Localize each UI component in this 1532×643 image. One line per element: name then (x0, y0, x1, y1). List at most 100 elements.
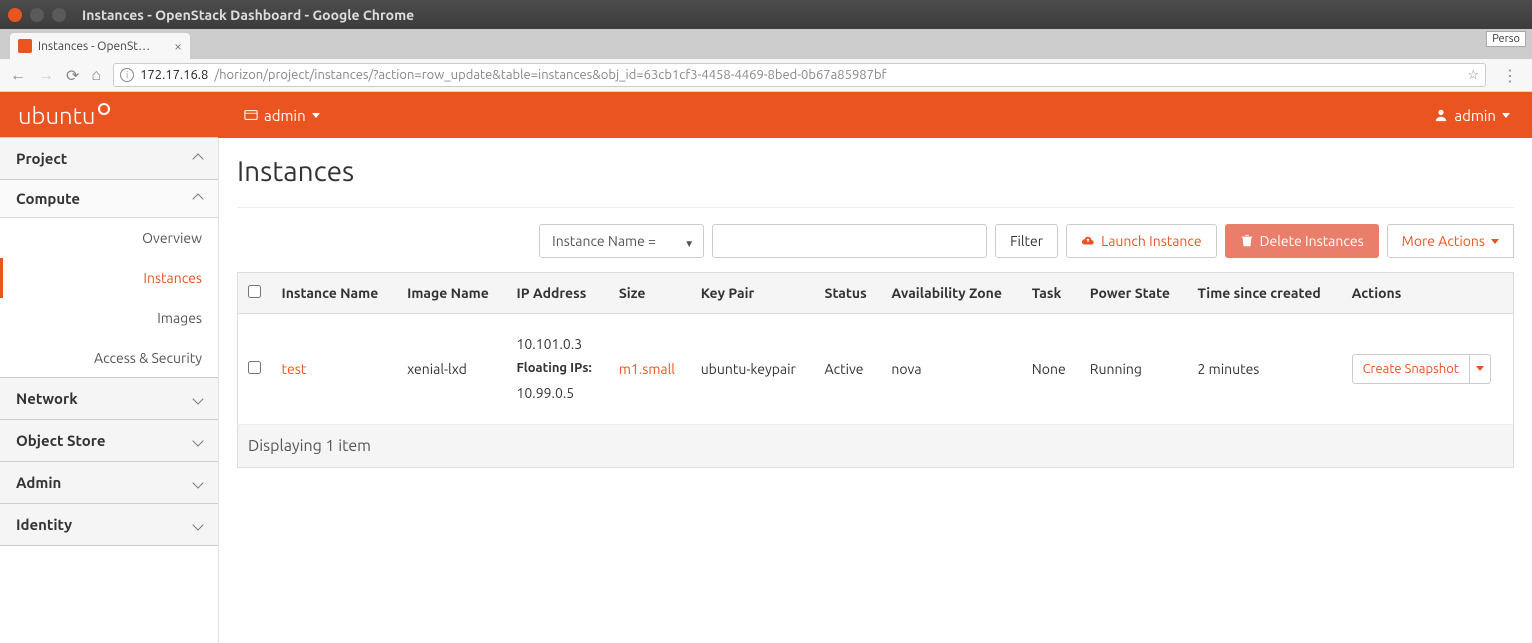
browser-addressbar: ← → ⟳ ⌂ i 172.17.16.8/horizon/project/in… (0, 59, 1532, 92)
site-info-icon[interactable]: i (120, 68, 134, 82)
button-label: More Actions (1402, 233, 1485, 249)
col-key-pair[interactable]: Key Pair (691, 273, 815, 314)
fixed-ip: 10.101.0.3 (516, 332, 598, 357)
filter-button[interactable]: Filter (995, 224, 1058, 258)
delete-instances-button[interactable]: Delete Instances (1225, 224, 1379, 258)
chevron-down-icon (192, 393, 203, 404)
page-title: Instances (237, 156, 1514, 187)
size-link[interactable]: m1.small (619, 361, 675, 377)
brand-text: ubuntu (18, 102, 95, 129)
col-ip-address[interactable]: IP Address (506, 273, 608, 314)
filter-input[interactable] (712, 224, 987, 258)
chevron-down-icon (192, 435, 203, 446)
cell-image-name: xenial-lxd (397, 314, 506, 425)
filter-field-select[interactable]: Instance Name = (539, 224, 704, 258)
window-maximize-icon[interactable] (52, 8, 66, 22)
sidebar-item-admin[interactable]: Admin (0, 461, 218, 504)
more-actions-dropdown[interactable]: More Actions (1387, 224, 1514, 258)
back-icon[interactable]: ← (10, 66, 26, 85)
user-icon (1434, 108, 1448, 122)
sidebar-item-project[interactable]: Project (0, 137, 218, 180)
col-image-name[interactable]: Image Name (397, 273, 506, 314)
url-path: /horizon/project/instances/?action=row_u… (214, 68, 886, 82)
browser-tab[interactable]: Instances - OpenSt… × (10, 33, 190, 59)
col-time-since-created[interactable]: Time since created (1188, 273, 1342, 314)
row-action-caret[interactable] (1470, 354, 1491, 384)
table-row: test xenial-lxd 10.101.0.3 Floating IPs:… (238, 314, 1514, 425)
sidebar-item-identity[interactable]: Identity (0, 503, 218, 546)
row-checkbox[interactable] (248, 361, 261, 374)
tab-close-icon[interactable]: × (174, 38, 182, 54)
window-titlebar: Instances - OpenStack Dashboard - Google… (0, 0, 1532, 29)
launch-instance-button[interactable]: Launch Instance (1066, 224, 1217, 258)
window-title: Instances - OpenStack Dashboard - Google… (82, 7, 414, 23)
table-header-row: Instance Name Image Name IP Address Size… (238, 273, 1514, 314)
col-actions: Actions (1342, 273, 1514, 314)
sidebar-item-compute[interactable]: Compute (0, 180, 218, 218)
col-power-state[interactable]: Power State (1080, 273, 1188, 314)
bookmark-star-icon[interactable]: ☆ (1467, 68, 1479, 83)
sidebar-label: Network (16, 390, 78, 407)
sidebar-item-images[interactable]: Images (0, 298, 218, 338)
cell-power-state: Running (1080, 314, 1188, 425)
sidebar-label: Project (16, 150, 67, 167)
window-minimize-icon[interactable] (30, 8, 44, 22)
col-availability-zone[interactable]: Availability Zone (881, 273, 1021, 314)
cell-task: None (1022, 314, 1080, 425)
cell-availability-zone: nova (881, 314, 1021, 425)
chevron-down-icon (192, 519, 203, 530)
chevron-up-icon (192, 153, 203, 164)
user-label: admin (1454, 107, 1496, 124)
project-label: admin (264, 107, 306, 124)
caret-down-icon (1476, 366, 1484, 371)
action-toolbar: Instance Name = ▼ Filter Launch Instance… (237, 224, 1514, 258)
sidebar: Project Compute Overview Instances Image… (0, 138, 219, 643)
app-topbar: ubuntu admin admin (0, 92, 1532, 138)
row-action-dropdown[interactable]: Create Snapshot (1352, 354, 1503, 384)
chevron-down-icon (192, 477, 203, 488)
user-dropdown[interactable]: admin (1412, 92, 1532, 138)
tab-title: Instances - OpenSt… (38, 40, 168, 53)
sidebar-item-access-security[interactable]: Access & Security (0, 338, 218, 378)
floating-ips-label: Floating IPs: (516, 357, 598, 380)
sidebar-item-instances[interactable]: Instances (0, 258, 218, 298)
url-input[interactable]: i 172.17.16.8/horizon/project/instances/… (113, 63, 1486, 87)
col-instance-name[interactable]: Instance Name (272, 273, 398, 314)
more-actions-button[interactable]: More Actions (1387, 224, 1514, 258)
reload-icon[interactable]: ⟳ (66, 66, 79, 85)
caret-down-icon (1491, 239, 1499, 244)
cell-status: Active (815, 314, 882, 425)
project-icon (244, 108, 258, 122)
instance-name-link[interactable]: test (282, 361, 307, 377)
sidebar-label: Admin (16, 474, 61, 491)
sidebar-item-object-store[interactable]: Object Store (0, 419, 218, 462)
window-close-icon[interactable] (8, 8, 22, 22)
profile-badge[interactable]: Perso (1486, 31, 1526, 47)
button-label: Delete Instances (1260, 233, 1364, 249)
url-host: 172.17.16.8 (140, 68, 208, 82)
caret-down-icon (1502, 113, 1510, 118)
brand-logo[interactable]: ubuntu (0, 102, 230, 129)
browser-menu-icon[interactable]: ⋮ (1498, 66, 1522, 85)
project-dropdown[interactable]: admin (230, 92, 334, 138)
brand-circle-icon (98, 103, 110, 115)
instances-table: Instance Name Image Name IP Address Size… (237, 272, 1514, 425)
select-all-checkbox[interactable] (248, 285, 261, 298)
floating-ip: 10.99.0.5 (516, 381, 598, 406)
col-size[interactable]: Size (609, 273, 691, 314)
forward-icon: → (38, 66, 54, 85)
cell-ip-address: 10.101.0.3 Floating IPs: 10.99.0.5 (506, 314, 608, 425)
col-status[interactable]: Status (815, 273, 882, 314)
sidebar-label: Object Store (16, 432, 105, 449)
table-footer: Displaying 1 item (237, 425, 1514, 468)
sidebar-item-overview[interactable]: Overview (0, 218, 218, 258)
col-task[interactable]: Task (1022, 273, 1080, 314)
chevron-up-icon (192, 193, 203, 204)
divider (237, 207, 1514, 208)
sidebar-item-network[interactable]: Network (0, 377, 218, 420)
home-icon[interactable]: ⌂ (91, 66, 101, 85)
create-snapshot-button[interactable]: Create Snapshot (1352, 354, 1470, 384)
cloud-upload-icon (1081, 234, 1095, 248)
button-label: Launch Instance (1101, 233, 1202, 249)
caret-down-icon (312, 113, 320, 118)
